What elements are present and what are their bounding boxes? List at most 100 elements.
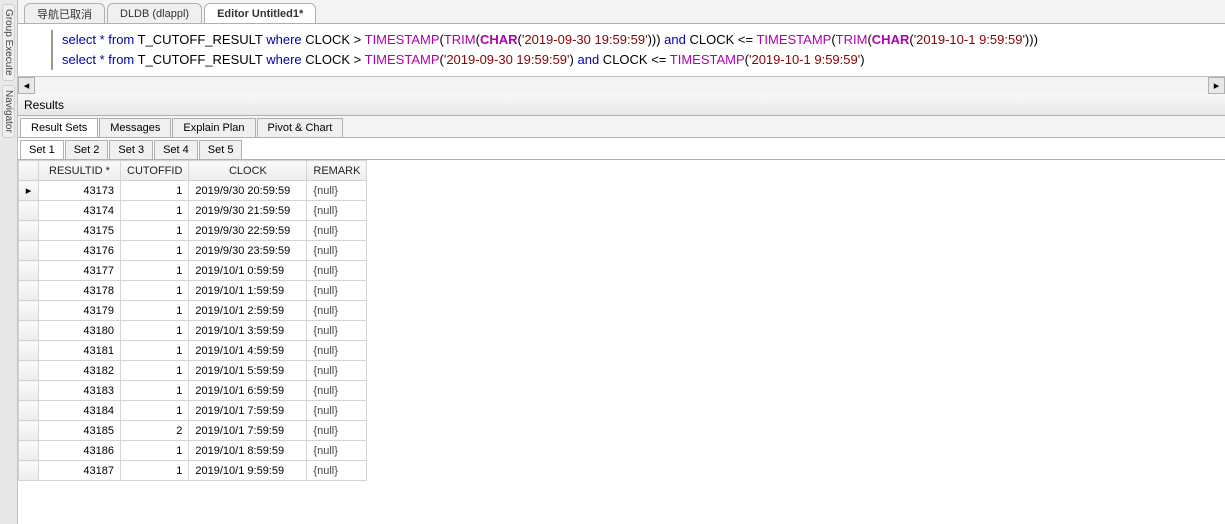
cell-remark[interactable]: {null} xyxy=(307,261,367,281)
cell-remark[interactable]: {null} xyxy=(307,461,367,481)
tab-explain-plan[interactable]: Explain Plan xyxy=(172,118,255,137)
table-row[interactable]: ▸4317312019/9/30 20:59:59{null} xyxy=(19,181,367,201)
cell-remark[interactable]: {null} xyxy=(307,301,367,321)
table-row[interactable]: 4317712019/10/1 0:59:59{null} xyxy=(19,261,367,281)
cell-clock[interactable]: 2019/10/1 1:59:59 xyxy=(189,281,307,301)
row-selector[interactable] xyxy=(19,461,39,481)
cell-clock[interactable]: 2019/10/1 8:59:59 xyxy=(189,441,307,461)
cell-cutoffid[interactable]: 1 xyxy=(121,401,189,421)
row-selector[interactable] xyxy=(19,261,39,281)
cell-remark[interactable]: {null} xyxy=(307,361,367,381)
cell-clock[interactable]: 2019/9/30 23:59:59 xyxy=(189,241,307,261)
sql-editor[interactable]: select * from T_CUTOFF_RESULT where CLOC… xyxy=(18,24,1225,77)
tab-set-1[interactable]: Set 1 xyxy=(20,140,64,159)
cell-clock[interactable]: 2019/10/1 2:59:59 xyxy=(189,301,307,321)
cell-resultid[interactable]: 43176 xyxy=(39,241,121,261)
row-selector[interactable] xyxy=(19,401,39,421)
tab-set-5[interactable]: Set 5 xyxy=(199,140,243,159)
cell-resultid[interactable]: 43178 xyxy=(39,281,121,301)
table-row[interactable]: 4318522019/10/1 7:59:59{null} xyxy=(19,421,367,441)
side-tab-group-execute[interactable]: Group Execute xyxy=(2,4,15,81)
cell-clock[interactable]: 2019/10/1 6:59:59 xyxy=(189,381,307,401)
cell-clock[interactable]: 2019/10/1 0:59:59 xyxy=(189,261,307,281)
cell-clock[interactable]: 2019/9/30 21:59:59 xyxy=(189,201,307,221)
cell-resultid[interactable]: 43179 xyxy=(39,301,121,321)
cell-cutoffid[interactable]: 2 xyxy=(121,421,189,441)
table-row[interactable]: 4318212019/10/1 5:59:59{null} xyxy=(19,361,367,381)
table-row[interactable]: 4318112019/10/1 4:59:59{null} xyxy=(19,341,367,361)
cell-resultid[interactable]: 43183 xyxy=(39,381,121,401)
cell-resultid[interactable]: 43180 xyxy=(39,321,121,341)
row-selector[interactable] xyxy=(19,441,39,461)
cell-cutoffid[interactable]: 1 xyxy=(121,181,189,201)
cell-clock[interactable]: 2019/9/30 20:59:59 xyxy=(189,181,307,201)
cell-cutoffid[interactable]: 1 xyxy=(121,201,189,221)
cell-remark[interactable]: {null} xyxy=(307,321,367,341)
row-selector[interactable] xyxy=(19,301,39,321)
cell-cutoffid[interactable]: 1 xyxy=(121,381,189,401)
row-selector[interactable] xyxy=(19,221,39,241)
cell-remark[interactable]: {null} xyxy=(307,401,367,421)
row-selector[interactable] xyxy=(19,281,39,301)
table-row[interactable]: 4318612019/10/1 8:59:59{null} xyxy=(19,441,367,461)
tab-pivot-chart[interactable]: Pivot & Chart xyxy=(257,118,344,137)
editor-horizontal-scrollbar[interactable]: ◂ ▸ xyxy=(18,77,1225,94)
table-row[interactable]: 4317612019/9/30 23:59:59{null} xyxy=(19,241,367,261)
row-selector[interactable] xyxy=(19,361,39,381)
cell-resultid[interactable]: 43185 xyxy=(39,421,121,441)
cell-resultid[interactable]: 43184 xyxy=(39,401,121,421)
col-header-resultid[interactable]: RESULTID * xyxy=(39,161,121,181)
tab-dldb[interactable]: DLDB (dlappl) xyxy=(107,3,202,23)
cell-resultid[interactable]: 43175 xyxy=(39,221,121,241)
tab-messages[interactable]: Messages xyxy=(99,118,171,137)
col-header-clock[interactable]: CLOCK xyxy=(189,161,307,181)
cell-cutoffid[interactable]: 1 xyxy=(121,341,189,361)
row-selector[interactable] xyxy=(19,421,39,441)
col-header-cutoffid[interactable]: CUTOFFID xyxy=(121,161,189,181)
cell-resultid[interactable]: 43182 xyxy=(39,361,121,381)
cell-resultid[interactable]: 43181 xyxy=(39,341,121,361)
table-row[interactable]: 4317512019/9/30 22:59:59{null} xyxy=(19,221,367,241)
cell-remark[interactable]: {null} xyxy=(307,181,367,201)
side-tab-navigator[interactable]: Navigator xyxy=(2,85,15,138)
cell-remark[interactable]: {null} xyxy=(307,381,367,401)
row-selector[interactable]: ▸ xyxy=(19,181,39,201)
row-selector-header[interactable] xyxy=(19,161,39,181)
cell-cutoffid[interactable]: 1 xyxy=(121,321,189,341)
cell-clock[interactable]: 2019/10/1 4:59:59 xyxy=(189,341,307,361)
cell-remark[interactable]: {null} xyxy=(307,241,367,261)
table-row[interactable]: 4317412019/9/30 21:59:59{null} xyxy=(19,201,367,221)
cell-remark[interactable]: {null} xyxy=(307,441,367,461)
cell-clock[interactable]: 2019/10/1 7:59:59 xyxy=(189,401,307,421)
cell-remark[interactable]: {null} xyxy=(307,341,367,361)
cell-remark[interactable]: {null} xyxy=(307,421,367,441)
scroll-right-icon[interactable]: ▸ xyxy=(1208,77,1225,94)
cell-cutoffid[interactable]: 1 xyxy=(121,261,189,281)
tab-nav-cancelled[interactable]: 导航已取消 xyxy=(24,3,105,23)
cell-resultid[interactable]: 43177 xyxy=(39,261,121,281)
cell-remark[interactable]: {null} xyxy=(307,201,367,221)
scroll-track[interactable] xyxy=(35,77,1208,94)
scroll-left-icon[interactable]: ◂ xyxy=(18,77,35,94)
row-selector[interactable] xyxy=(19,321,39,341)
cell-clock[interactable]: 2019/10/1 5:59:59 xyxy=(189,361,307,381)
cell-resultid[interactable]: 43187 xyxy=(39,461,121,481)
cell-clock[interactable]: 2019/10/1 3:59:59 xyxy=(189,321,307,341)
tab-result-sets[interactable]: Result Sets xyxy=(20,118,98,137)
cell-resultid[interactable]: 43173 xyxy=(39,181,121,201)
table-row[interactable]: 4318012019/10/1 3:59:59{null} xyxy=(19,321,367,341)
cell-cutoffid[interactable]: 1 xyxy=(121,241,189,261)
cell-resultid[interactable]: 43174 xyxy=(39,201,121,221)
cell-cutoffid[interactable]: 1 xyxy=(121,281,189,301)
cell-resultid[interactable]: 43186 xyxy=(39,441,121,461)
cell-clock[interactable]: 2019/10/1 7:59:59 xyxy=(189,421,307,441)
table-row[interactable]: 4317812019/10/1 1:59:59{null} xyxy=(19,281,367,301)
row-selector[interactable] xyxy=(19,341,39,361)
tab-set-3[interactable]: Set 3 xyxy=(109,140,153,159)
table-row[interactable]: 4318312019/10/1 6:59:59{null} xyxy=(19,381,367,401)
table-row[interactable]: 4317912019/10/1 2:59:59{null} xyxy=(19,301,367,321)
cell-clock[interactable]: 2019/10/1 9:59:59 xyxy=(189,461,307,481)
cell-cutoffid[interactable]: 1 xyxy=(121,221,189,241)
cell-remark[interactable]: {null} xyxy=(307,281,367,301)
cell-cutoffid[interactable]: 1 xyxy=(121,461,189,481)
